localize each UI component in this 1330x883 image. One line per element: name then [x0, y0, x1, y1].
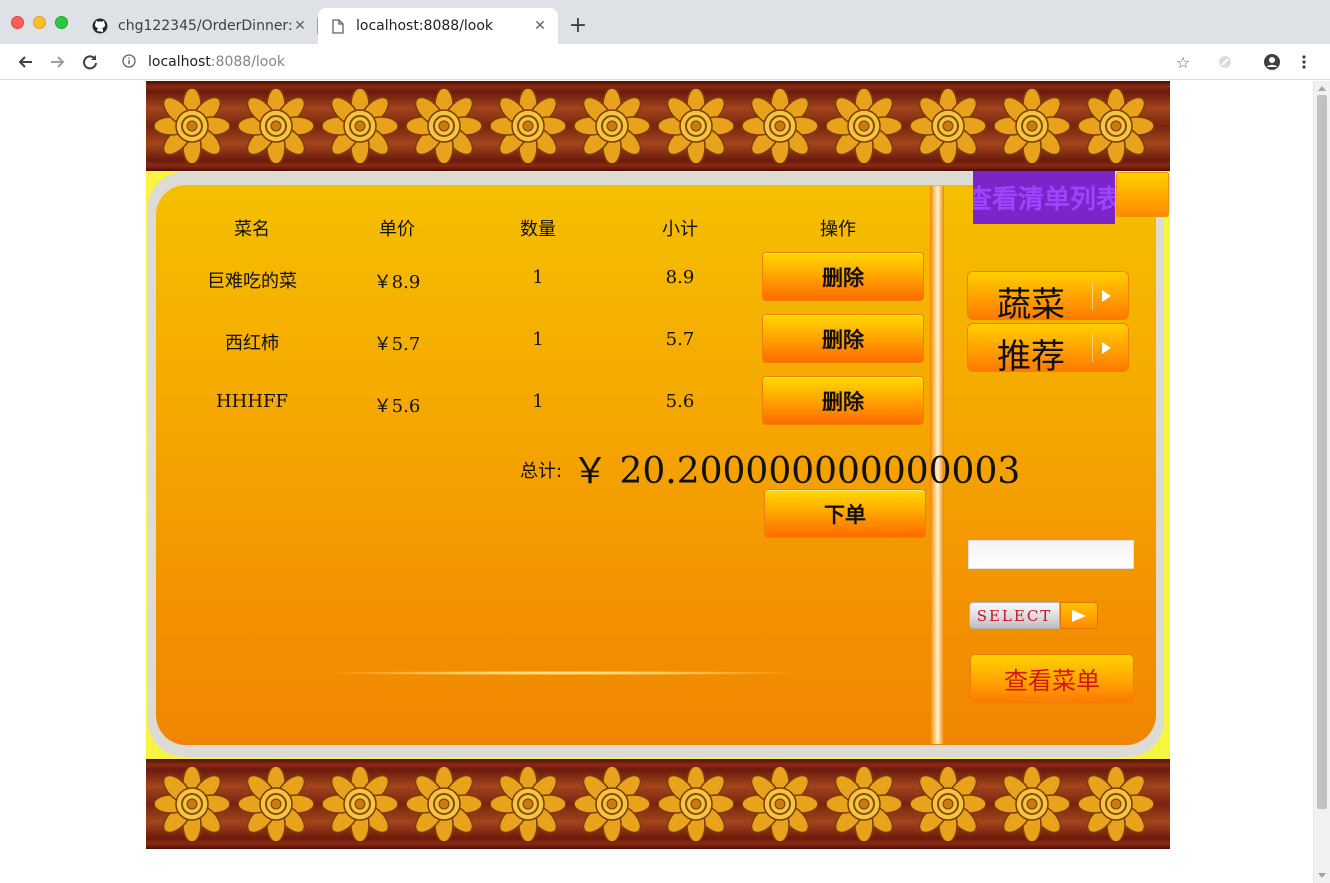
- lotus-ornament-icon: [826, 767, 902, 841]
- lotus-ornament-icon: [406, 767, 482, 841]
- total-label: 总计:: [520, 461, 563, 482]
- scroll-up-arrow-icon[interactable]: [1318, 86, 1326, 91]
- new-tab-button[interactable]: +: [566, 12, 590, 40]
- dish-name: HHHFF: [215, 391, 289, 412]
- subtotal: 5.7: [665, 329, 695, 350]
- arrow-right-icon: [1060, 602, 1098, 629]
- header-actions: 操作: [820, 219, 856, 240]
- decorative-banner-bottom: [146, 759, 1170, 849]
- lotus-ornament-icon: [910, 767, 986, 841]
- bookmark-star-icon[interactable]: ☆: [1171, 50, 1195, 74]
- decorative-glow-line: [321, 671, 801, 675]
- url-host: localhost: [148, 54, 211, 70]
- lotus-ornament-icon: [322, 89, 398, 163]
- lotus-ornament-icon: [1078, 767, 1154, 841]
- address-bar[interactable]: localhost:8088/look: [110, 48, 1205, 76]
- delete-button[interactable]: 删除: [762, 314, 924, 363]
- menu-dots-icon[interactable]: [1292, 50, 1316, 74]
- extension-icon[interactable]: [1213, 50, 1237, 74]
- url-path: :8088/look: [210, 54, 286, 70]
- tab-title: localhost:8088/look: [356, 18, 494, 34]
- play-arrow-icon: [1092, 282, 1120, 310]
- order-list-link-button[interactable]: [1116, 172, 1169, 217]
- close-icon[interactable]: ✕: [292, 18, 308, 34]
- search-input[interactable]: [968, 540, 1134, 569]
- dish-name: 巨难吃的菜: [207, 271, 297, 292]
- back-icon[interactable]: [13, 50, 37, 74]
- menu-label: 推荐: [997, 337, 1065, 377]
- github-icon: [92, 18, 108, 34]
- lotus-ornament-icon: [658, 767, 734, 841]
- subtotal: 5.6: [665, 391, 695, 412]
- unit-price: ￥5.6: [373, 396, 421, 417]
- browser-toolbar: localhost:8088/look ☆: [0, 44, 1330, 80]
- lotus-ornament-icon: [910, 89, 986, 163]
- lotus-ornament-icon: [154, 767, 230, 841]
- lotus-ornament-icon: [238, 89, 314, 163]
- page-scrollbar[interactable]: [1313, 81, 1330, 883]
- header-quantity: 数量: [520, 219, 556, 240]
- info-icon[interactable]: [122, 54, 138, 70]
- header-subtotal: 小计: [662, 219, 698, 240]
- lotus-ornament-icon: [490, 89, 566, 163]
- lotus-ornament-icon: [574, 89, 650, 163]
- decorative-banner-top: [146, 81, 1170, 171]
- reload-icon[interactable]: [78, 50, 102, 74]
- lotus-ornament-icon: [1078, 89, 1154, 163]
- page-viewport: 查看清单列表 菜名 单价 数量 小计 操作 巨难吃的菜 ￥8.9 1 8.9 删…: [0, 81, 1313, 883]
- quantity: 1: [532, 329, 544, 350]
- select-label: SELECT: [969, 602, 1060, 629]
- unit-price: ￥5.7: [373, 334, 421, 355]
- select-button[interactable]: SELECT: [969, 602, 1098, 629]
- account-icon[interactable]: [1260, 50, 1284, 74]
- page-icon: [330, 18, 346, 34]
- quantity: 1: [532, 267, 544, 288]
- view-menu-button[interactable]: 查看菜单: [970, 654, 1134, 703]
- lotus-ornament-icon: [742, 767, 818, 841]
- scroll-thumb[interactable]: [1317, 95, 1327, 809]
- order-page: 查看清单列表 菜名 单价 数量 小计 操作 巨难吃的菜 ￥8.9 1 8.9 删…: [146, 81, 1170, 849]
- dish-name: 西红柿: [225, 333, 279, 354]
- window-close-button[interactable]: [11, 16, 24, 29]
- header-dish-name: 菜名: [234, 219, 270, 240]
- quantity: 1: [532, 391, 544, 412]
- lotus-ornament-icon: [490, 767, 566, 841]
- unit-price: ￥8.9: [373, 272, 421, 293]
- category-vegetables-button[interactable]: 蔬菜: [967, 271, 1129, 325]
- total-amount: ￥ 20.200000000000003: [572, 451, 1021, 492]
- tab-title: chg122345/OrderDinner:: [118, 18, 292, 34]
- place-order-button[interactable]: 下单: [764, 489, 926, 538]
- lotus-ornament-icon: [574, 767, 650, 841]
- window-minimize-button[interactable]: [33, 16, 46, 29]
- browser-tab-github[interactable]: chg122345/OrderDinner: ✕: [80, 8, 318, 44]
- lotus-ornament-icon: [238, 767, 314, 841]
- forward-icon[interactable]: [46, 50, 70, 74]
- lotus-ornament-icon: [994, 767, 1070, 841]
- lotus-ornament-icon: [154, 89, 230, 163]
- category-recommended-button[interactable]: 推荐: [967, 323, 1129, 377]
- scroll-down-arrow-icon[interactable]: [1318, 873, 1326, 878]
- play-arrow-icon: [1092, 334, 1120, 362]
- lotus-ornament-icon: [658, 89, 734, 163]
- order-list-link[interactable]: 查看清单列表: [973, 171, 1115, 224]
- window-maximize-button[interactable]: [55, 16, 68, 29]
- browser-tab-active[interactable]: localhost:8088/look ✕: [318, 8, 558, 44]
- delete-button[interactable]: 删除: [762, 376, 924, 425]
- header-unit-price: 单价: [379, 219, 415, 240]
- lotus-ornament-icon: [994, 89, 1070, 163]
- lotus-ornament-icon: [322, 767, 398, 841]
- menu-label: 蔬菜: [997, 285, 1065, 325]
- lotus-ornament-icon: [406, 89, 482, 163]
- lotus-ornament-icon: [826, 89, 902, 163]
- subtotal: 8.9: [665, 267, 695, 288]
- close-icon[interactable]: ✕: [532, 18, 548, 34]
- browser-tab-bar: chg122345/OrderDinner: ✕ localhost:8088/…: [0, 0, 1330, 44]
- lotus-ornament-icon: [742, 89, 818, 163]
- delete-button[interactable]: 删除: [762, 252, 924, 301]
